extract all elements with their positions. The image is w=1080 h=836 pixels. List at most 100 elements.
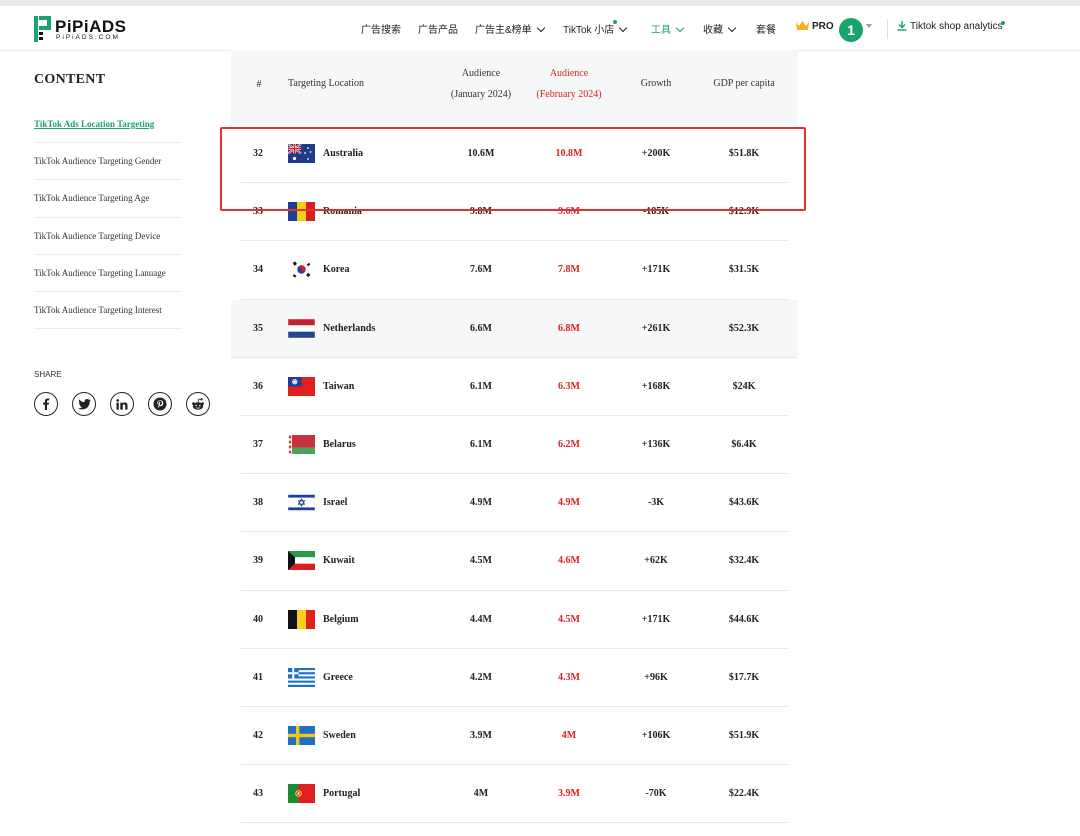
linkedin-icon[interactable] (110, 392, 134, 416)
country-name: Kuwait (323, 555, 355, 567)
table-row: 34 Korea 7.6M 7.8M +171K $31.5K (241, 241, 788, 300)
rank-cell: 43 (253, 788, 263, 800)
audience-jan-cell: 10.6M (467, 148, 495, 159)
caret-down-icon[interactable] (866, 24, 872, 28)
col-jan-header-line2: (January 2024) (450, 89, 512, 100)
growth-cell: +171K (641, 264, 671, 276)
toc-item-gender[interactable]: TikTok Audience Targeting Gender (34, 143, 182, 181)
country-name: Taiwan (323, 380, 355, 392)
audience-feb-cell: 6.3M (558, 380, 580, 392)
israel-flag-icon (288, 493, 315, 513)
table-row: 32 Australia 10.6M 10.8M +200K $51.8K (241, 125, 788, 184)
romania-flag-icon (288, 202, 315, 222)
new-indicator-dot (1001, 21, 1005, 25)
table-row: 35 Netherlands 6.6M 6.8M +261K $52.3K (231, 299, 798, 358)
facebook-icon[interactable] (34, 392, 58, 416)
nav-favorites[interactable]: 收藏 (703, 21, 737, 36)
table-row: 38 Israel 4.9M 4.9M -3K $43.6K (241, 474, 788, 533)
twitter-icon[interactable] (72, 392, 96, 416)
rank-cell: 37 (253, 439, 263, 450)
table-row: 36 Taiwan 6.1M 6.3M +168K $24K (241, 358, 788, 416)
table-row: 40 Belgium 4.4M 4.5M +171K $44.6K (241, 591, 788, 649)
audience-jan-cell: 4.2M (470, 671, 492, 683)
growth-cell: -70K (645, 788, 667, 800)
audience-feb-cell: 9.6M (558, 206, 580, 218)
country-name: Belgium (323, 613, 359, 625)
belarus-flag-icon (288, 435, 315, 454)
chevron-down-icon (619, 23, 628, 33)
growth-cell: -3K (647, 497, 665, 509)
audience-feb-cell: 7.8M (558, 264, 580, 276)
netherlands-flag-icon (288, 318, 315, 338)
audience-feb-cell: 4.5M (558, 613, 580, 625)
pinterest-icon[interactable] (148, 392, 172, 416)
download-icon (897, 21, 907, 31)
audience-feb-cell: 4.3M (558, 671, 580, 683)
taiwan-flag-icon (288, 376, 315, 396)
audience-feb-cell: 4M (561, 730, 577, 741)
user-avatar[interactable]: 1 (839, 18, 863, 42)
audience-feb-cell: 3.9M (558, 788, 580, 800)
tiktok-shop-analytics-link[interactable]: Tiktok shop analytics (897, 21, 1002, 32)
logo-mark-icon (34, 16, 51, 42)
rank-cell: 40 (253, 613, 263, 625)
gdp-cell: $51.9K (728, 730, 760, 741)
rank-cell: 41 (253, 671, 263, 683)
toc-item-device[interactable]: TikTok Audience Targeting Device (34, 218, 182, 255)
sidebar-title: CONTENT (34, 72, 106, 87)
growth-cell: +171K (641, 613, 671, 625)
growth-cell: +261K (641, 322, 671, 334)
gdp-cell: $51.8K (728, 148, 760, 159)
country-name: Greece (323, 671, 353, 683)
audience-jan-cell: 3.9M (470, 730, 492, 741)
country-name: Portugal (323, 788, 361, 800)
table-row: 37 Belarus 6.1M 6.2M +136K $6.4K (241, 416, 788, 475)
country-name: Sweden (323, 730, 356, 741)
korea-flag-icon (288, 260, 315, 280)
toc-item-language[interactable]: TikTok Audience Targeting Lanuage (34, 255, 182, 292)
gdp-cell: $32.4K (728, 555, 760, 567)
reddit-icon[interactable] (186, 392, 210, 416)
table-row: 42 Sweden 3.9M 4M +106K $51.9K (241, 707, 788, 766)
audience-jan-cell: 4.4M (470, 613, 492, 625)
gdp-cell: $17.7K (728, 671, 760, 683)
rank-cell: 32 (253, 148, 263, 159)
growth-cell: -185K (642, 206, 670, 218)
belgium-flag-icon (288, 609, 315, 629)
table-row: 39 Kuwait 4.5M 4.6M +62K $32.4K (241, 532, 788, 591)
nav-tools[interactable]: 工具 (651, 21, 685, 36)
audience-jan-cell: 9.8M (470, 206, 492, 218)
gdp-cell: $12.9K (728, 206, 760, 218)
rank-cell: 42 (253, 730, 263, 741)
audience-jan-cell: 4M (473, 788, 489, 800)
country-name: Australia (323, 148, 363, 159)
nav-ad-search[interactable]: 广告搜索 (361, 21, 401, 36)
nav-tiktok-shop[interactable]: TikTok 小店 (563, 21, 628, 36)
gdp-cell: $52.3K (728, 322, 760, 334)
pro-badge[interactable]: PRO (796, 21, 834, 32)
audience-feb-cell: 6.2M (558, 439, 580, 450)
col-jan-header-line1: Audience (461, 68, 501, 79)
toc-item-location[interactable]: TikTok Ads Location Targeting (34, 106, 182, 144)
audience-feb-cell: 6.8M (558, 322, 580, 334)
col-feb-header: Audience (February 2024) (527, 63, 611, 105)
table-header: # Targeting Location Audience (January 2… (231, 50, 798, 125)
top-header: PiPiADS PiPiADS.COM 广告搜索 广告产品 广告主&榜单 Tik… (0, 6, 1080, 51)
col-growth-header: Growth (640, 78, 672, 89)
growth-cell: +62K (644, 555, 668, 567)
table-row: 41 Greece 4.2M 4.3M +96K $17.7K (241, 649, 788, 707)
share-label: SHARE (34, 370, 62, 379)
country-name: Korea (323, 264, 350, 276)
table-of-contents: TikTok Ads Location Targeting TikTok Aud… (34, 106, 182, 330)
country-name: Romania (323, 206, 362, 218)
nav-plans[interactable]: 套餐 (756, 21, 776, 36)
audience-feb-cell: 10.8M (555, 148, 583, 159)
rank-cell: 33 (253, 206, 263, 218)
nav-ad-products[interactable]: 广告产品 (418, 21, 458, 36)
toc-item-interest[interactable]: TikTok Audience Targeting Interest (34, 292, 182, 330)
nav-advertisers[interactable]: 广告主&榜单 (475, 21, 545, 36)
rank-cell: 35 (253, 322, 263, 334)
growth-cell: +136K (641, 439, 671, 450)
gdp-cell: $31.5K (728, 264, 760, 276)
toc-item-age[interactable]: TikTok Audience Targeting Age (34, 180, 182, 218)
